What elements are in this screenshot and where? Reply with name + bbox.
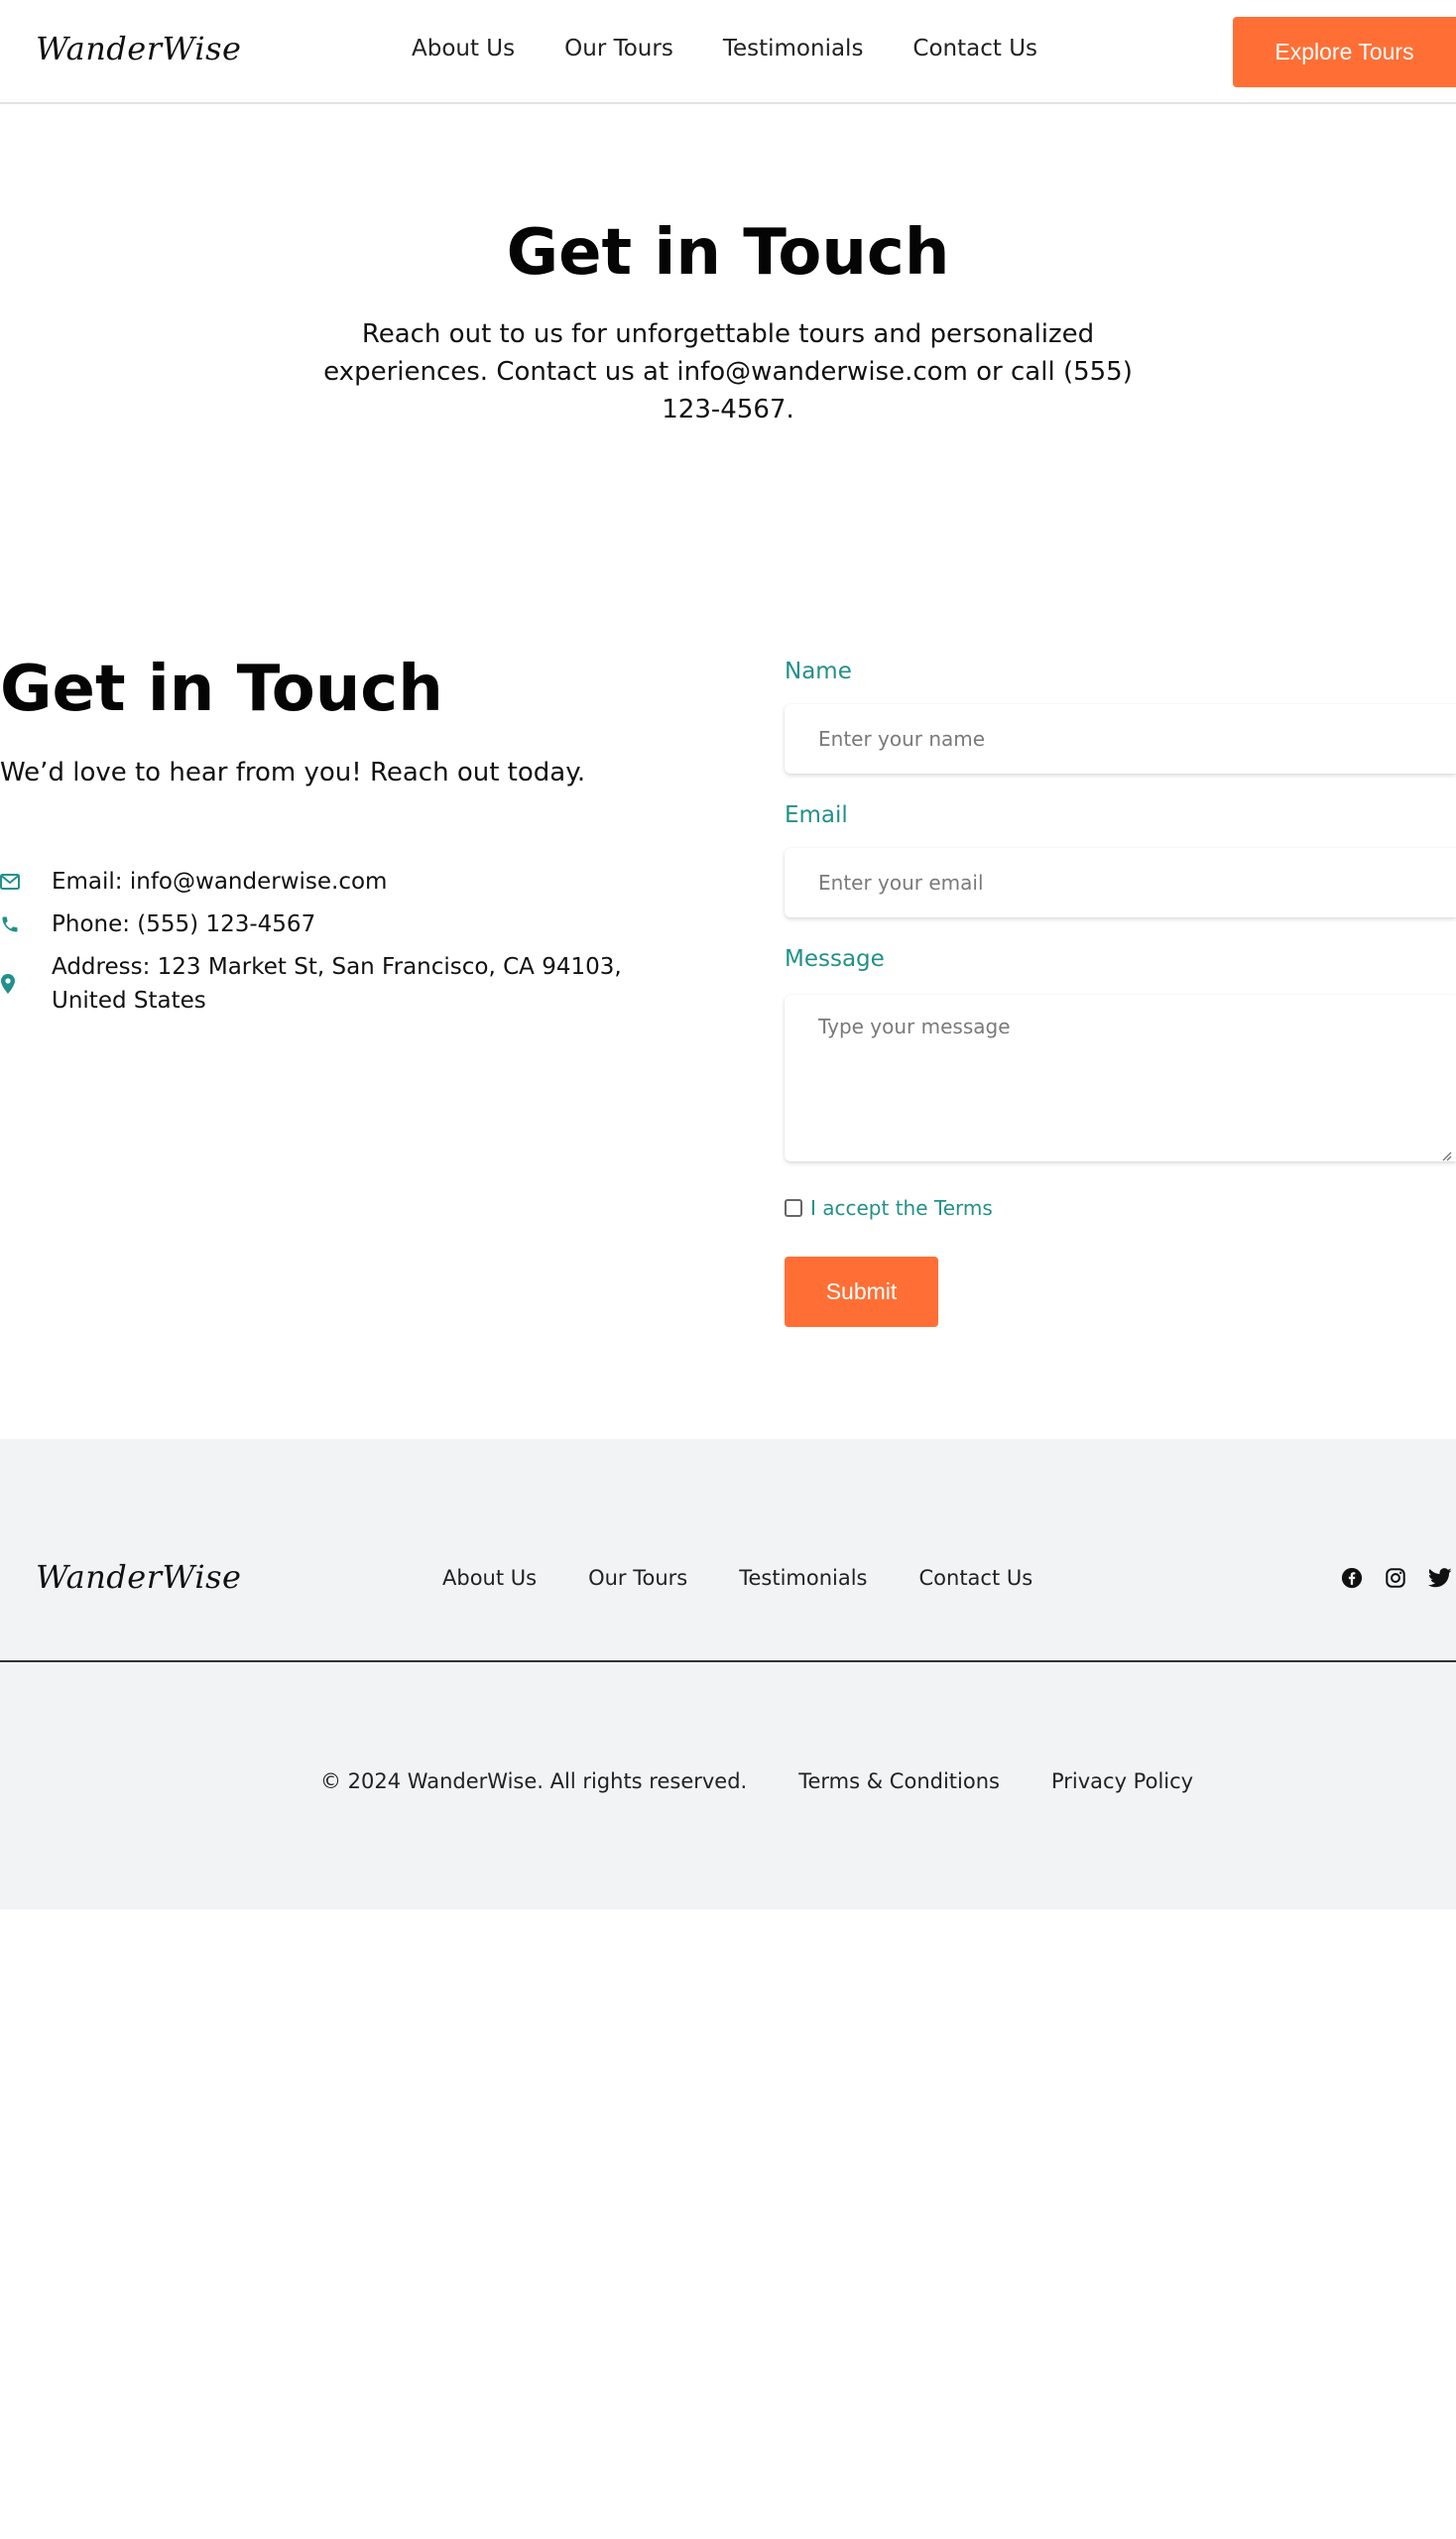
social-links bbox=[1341, 1567, 1452, 1593]
email-label: Email bbox=[785, 802, 848, 828]
footer-nav-testimonials[interactable]: Testimonials bbox=[739, 1566, 867, 1590]
terms-checkbox[interactable] bbox=[785, 1199, 802, 1217]
contact-email-row: Email: info@wanderwise.com bbox=[0, 865, 696, 899]
twitter-icon[interactable] bbox=[1427, 1567, 1452, 1593]
nav-our-tours[interactable]: Our Tours bbox=[564, 36, 673, 61]
privacy-link[interactable]: Privacy Policy bbox=[1051, 1769, 1193, 1793]
footer-nav: About Us Our Tours Testimonials Contact … bbox=[442, 1566, 1084, 1590]
email-input[interactable] bbox=[785, 848, 1456, 917]
footer-nav-about-us[interactable]: About Us bbox=[442, 1566, 537, 1590]
envelope-icon bbox=[0, 865, 52, 899]
hero-title: Get in Touch bbox=[506, 216, 950, 290]
message-label: Message bbox=[785, 946, 885, 972]
footer-logo[interactable]: WanderWise bbox=[36, 1558, 241, 1596]
site-header: WanderWise About Us Our Tours Testimonia… bbox=[0, 0, 1456, 104]
footer-nav-our-tours[interactable]: Our Tours bbox=[588, 1566, 687, 1590]
copyright-text: © 2024 WanderWise. All rights reserved. bbox=[320, 1769, 748, 1793]
site-footer: WanderWise About Us Our Tours Testimonia… bbox=[0, 1439, 1456, 1909]
footer-nav-contact-us[interactable]: Contact Us bbox=[919, 1566, 1033, 1590]
contact-title: Get in Touch bbox=[0, 653, 443, 726]
name-input[interactable] bbox=[785, 704, 1456, 774]
terms-checkbox-row[interactable]: I accept the Terms bbox=[785, 1196, 993, 1220]
resize-grip-icon[interactable] bbox=[1440, 1147, 1452, 1165]
logo[interactable]: WanderWise bbox=[36, 30, 241, 67]
contact-subtitle: We’d love to hear from you! Reach out to… bbox=[0, 758, 586, 787]
facebook-icon[interactable] bbox=[1341, 1567, 1363, 1593]
contact-phone-text: Phone: (555) 123-4567 bbox=[52, 911, 316, 937]
main-nav: About Us Our Tours Testimonials Contact … bbox=[412, 36, 1087, 61]
terms-label[interactable]: I accept the Terms bbox=[810, 1196, 993, 1220]
nav-about-us[interactable]: About Us bbox=[412, 36, 515, 61]
phone-icon bbox=[0, 907, 52, 941]
footer-bottom: © 2024 WanderWise. All rights reserved. … bbox=[320, 1769, 1245, 1793]
contact-address-row: Address: 123 Market St, San Francisco, C… bbox=[0, 950, 696, 1018]
name-label: Name bbox=[785, 659, 852, 684]
hero-subtitle: Reach out to us for unforgettable tours … bbox=[323, 319, 1133, 424]
message-textarea[interactable] bbox=[785, 995, 1456, 1161]
submit-button[interactable]: Submit bbox=[785, 1257, 938, 1327]
footer-divider bbox=[0, 1660, 1456, 1662]
contact-address-text: Address: 123 Market St, San Francisco, C… bbox=[52, 954, 622, 1014]
nav-contact-us[interactable]: Contact Us bbox=[912, 36, 1037, 61]
instagram-icon[interactable] bbox=[1385, 1567, 1406, 1593]
contact-email-text: Email: info@wanderwise.com bbox=[52, 869, 388, 895]
contact-phone-row: Phone: (555) 123-4567 bbox=[0, 907, 696, 941]
map-pin-icon bbox=[0, 950, 52, 1018]
nav-testimonials[interactable]: Testimonials bbox=[723, 36, 864, 61]
terms-link[interactable]: Terms & Conditions bbox=[798, 1769, 1000, 1793]
explore-tours-button[interactable]: Explore Tours bbox=[1233, 17, 1456, 87]
